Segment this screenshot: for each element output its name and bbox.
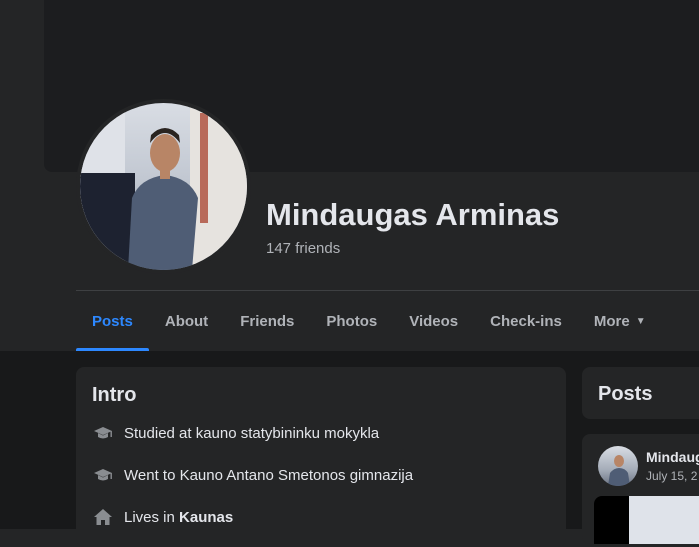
- intro-card: Intro Studied at kauno statybininku moky…: [76, 367, 566, 547]
- intro-title: Intro: [92, 384, 137, 406]
- post-card: Mindaug July 15, 2: [582, 434, 699, 544]
- tab-check-ins[interactable]: Check-ins: [474, 291, 578, 351]
- post-author-name[interactable]: Mindaug: [646, 449, 699, 465]
- intro-item-education: Studied at kauno statybininku mokykla: [92, 421, 379, 445]
- caret-down-icon: ▼: [635, 315, 646, 327]
- home-icon: [92, 506, 114, 528]
- tab-videos-label: Videos: [409, 312, 459, 330]
- tab-videos[interactable]: Videos: [393, 291, 474, 351]
- tab-photos[interactable]: Photos: [310, 291, 393, 351]
- tab-check-ins-label: Check-ins: [490, 312, 562, 330]
- intro-item-school: Went to Kauno Antano Smetonos gimnazija: [92, 463, 413, 487]
- profile-tabs: Posts About Friends Photos Videos Check-…: [76, 291, 699, 351]
- tab-friends[interactable]: Friends: [224, 291, 310, 351]
- graduation-cap-icon: [92, 422, 114, 444]
- intro-item-text: Went to Kauno Antano Smetonos gimnazija: [124, 466, 414, 484]
- posts-header-card: Posts: [582, 367, 699, 419]
- intro-item-lives-in: Lives in Kaunas: [92, 505, 233, 529]
- graduation-cap-icon: [92, 464, 114, 486]
- tab-posts[interactable]: Posts: [76, 291, 149, 351]
- profile-name: Mindaugas Arminas: [266, 197, 560, 232]
- intro-item-place-link[interactable]: Kaunas: [179, 509, 233, 526]
- posts-title: Posts: [598, 383, 653, 405]
- tab-friends-label: Friends: [240, 312, 295, 330]
- profile-person-image: [80, 103, 247, 270]
- post-media[interactable]: [594, 496, 699, 544]
- post-date[interactable]: July 15, 2: [646, 469, 697, 483]
- tab-about-label: About: [164, 312, 209, 330]
- tab-about[interactable]: About: [149, 291, 224, 351]
- profile-picture[interactable]: [80, 103, 247, 270]
- post-media-image: [629, 496, 699, 544]
- tab-more[interactable]: More ▼: [578, 291, 662, 351]
- post-author-image: [608, 455, 630, 486]
- tab-photos-label: Photos: [326, 312, 378, 330]
- profile-picture-frame[interactable]: [76, 99, 251, 274]
- tab-more-label: More: [593, 312, 630, 330]
- intro-item-prefix: Lives in: [124, 508, 180, 526]
- post-author-avatar[interactable]: [598, 446, 638, 486]
- tab-posts-label: Posts: [92, 312, 133, 330]
- friends-count[interactable]: 147 friends: [266, 240, 340, 257]
- intro-item-text: Studied at kauno statybininku mokykla: [124, 424, 380, 442]
